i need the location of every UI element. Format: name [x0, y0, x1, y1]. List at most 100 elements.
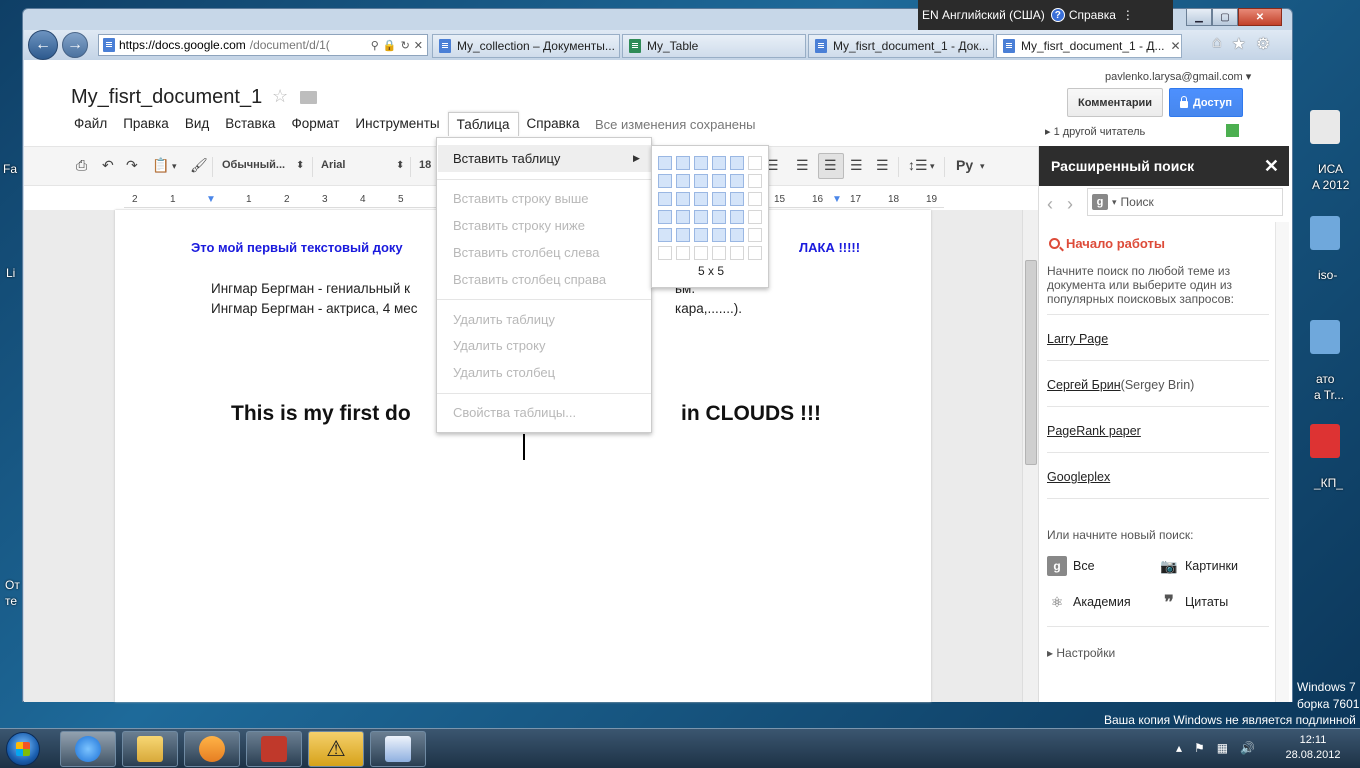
desktop-doc-icon[interactable]: [1310, 320, 1340, 354]
align-right-icon[interactable]: ☰: [850, 157, 863, 174]
menu-file[interactable]: Файл: [66, 112, 115, 136]
start-button[interactable]: [6, 732, 40, 766]
taskbar-internet-explorer[interactable]: [60, 731, 116, 767]
research-settings[interactable]: ▸ Настройки: [1047, 646, 1115, 660]
font-select[interactable]: Arial: [321, 159, 345, 171]
table-grid-cell[interactable]: [748, 228, 762, 242]
table-grid-cell[interactable]: [676, 210, 690, 224]
menu-item-insert-table[interactable]: Вставить таблицу: [453, 151, 560, 166]
language-bar-options-icon[interactable]: ⋮: [1122, 8, 1134, 22]
table-grid-cell[interactable]: [658, 156, 672, 170]
gear-icon[interactable]: ⚙: [1256, 34, 1270, 54]
folder-icon[interactable]: [300, 91, 317, 104]
minimize-button[interactable]: ▁: [1186, 8, 1212, 26]
chevron-down-icon[interactable]: ▾: [1112, 197, 1117, 208]
line-spacing-icon[interactable]: ↕☰: [908, 157, 928, 174]
category-scholar[interactable]: ⚛ Академия: [1047, 592, 1131, 612]
table-grid-cell[interactable]: [658, 246, 672, 260]
research-panel-scrollbar[interactable]: [1275, 222, 1289, 702]
indent-marker-icon[interactable]: ▼: [206, 194, 216, 205]
action-center-flag-icon[interactable]: ⚑: [1194, 741, 1205, 755]
menu-format[interactable]: Формат: [283, 112, 347, 136]
research-link-pagerank[interactable]: PageRank paper: [1047, 424, 1141, 438]
table-grid-cell[interactable]: [730, 174, 744, 188]
volume-icon[interactable]: 🔊: [1240, 741, 1255, 755]
lock-icon[interactable]: 🔒: [383, 39, 397, 52]
table-grid-cell[interactable]: [730, 210, 744, 224]
research-link-sergey-brin[interactable]: Сергей Брин (Sergey Brin): [1047, 378, 1194, 392]
chevron-down-icon[interactable]: ▾: [980, 161, 985, 172]
chevron-down-icon[interactable]: ▾: [172, 161, 177, 172]
table-grid-cell[interactable]: [658, 210, 672, 224]
table-grid-cell[interactable]: [748, 246, 762, 260]
desktop-doc-icon[interactable]: [1310, 216, 1340, 250]
research-link-googleplex[interactable]: Googleplex: [1047, 470, 1110, 484]
language-bar[interactable]: EN Английский (США) ? Справка ⋮: [918, 0, 1173, 30]
scrollbar-thumb[interactable]: [1025, 260, 1037, 465]
address-bar[interactable]: https://docs.google.com/document/d/1( ⚲ …: [98, 34, 428, 56]
favorites-star-icon[interactable]: ★: [1232, 34, 1246, 54]
style-select[interactable]: Обычный...: [222, 159, 285, 171]
paste-icon[interactable]: 📋: [152, 157, 169, 174]
align-left-icon[interactable]: ☰: [796, 157, 809, 174]
taskbar-acrobat[interactable]: [246, 731, 302, 767]
desktop-pdf-icon[interactable]: [1310, 424, 1340, 458]
maximize-button[interactable]: ▢: [1212, 8, 1238, 26]
stop-icon[interactable]: ✕: [414, 39, 423, 52]
language-indicator[interactable]: EN Английский (США): [922, 8, 1045, 22]
table-grid-cell[interactable]: [658, 192, 672, 206]
table-grid-cell[interactable]: [694, 228, 708, 242]
table-grid-cell[interactable]: [730, 228, 744, 242]
desktop-file-icon[interactable]: [1310, 110, 1340, 144]
close-window-button[interactable]: ✕: [1238, 8, 1282, 26]
chevron-left-icon[interactable]: ‹: [1047, 194, 1053, 215]
table-grid-cell[interactable]: [712, 174, 726, 188]
table-grid-cell[interactable]: [748, 192, 762, 206]
table-grid-cell[interactable]: [694, 246, 708, 260]
category-quotes[interactable]: ❞ Цитаты: [1159, 592, 1228, 612]
table-grid-cell[interactable]: [694, 210, 708, 224]
paragraph-line-1-left[interactable]: Ингмар Бергман - гениальный к: [211, 281, 410, 296]
tab-my-table[interactable]: My_Table: [622, 34, 806, 58]
tab-my-collection[interactable]: My_collection – Документы...: [432, 34, 620, 58]
close-tab-icon[interactable]: ✕: [1171, 39, 1181, 53]
taskbar-clock[interactable]: 12:11 28.08.2012: [1278, 733, 1348, 763]
star-icon[interactable]: ☆: [272, 86, 288, 107]
heading-english-left[interactable]: This is my first do: [231, 402, 411, 426]
redo-icon[interactable]: ↷: [126, 157, 138, 174]
back-button[interactable]: ←: [28, 30, 58, 60]
select-arrows-icon[interactable]: ⬍: [296, 160, 304, 171]
table-grid-cell[interactable]: [694, 192, 708, 206]
paint-format-icon[interactable]: 🖌: [190, 157, 208, 174]
heading-russian-right[interactable]: ЛАКА !!!!!: [799, 240, 860, 255]
table-grid-cell[interactable]: [730, 246, 744, 260]
show-hidden-icons-icon[interactable]: ▴: [1176, 741, 1182, 755]
align-justify-icon[interactable]: ☰: [876, 157, 889, 174]
paragraph-line-2-right[interactable]: кара,.......).: [675, 301, 742, 316]
chevron-right-icon[interactable]: ›: [1067, 194, 1073, 215]
table-grid-cell[interactable]: [712, 192, 726, 206]
table-grid-cell[interactable]: [676, 228, 690, 242]
account-email[interactable]: pavlenko.larysa@gmail.com ▾: [1105, 70, 1251, 83]
forward-button[interactable]: →: [62, 32, 88, 58]
menu-view[interactable]: Вид: [177, 112, 217, 136]
table-grid-cell[interactable]: [676, 192, 690, 206]
table-grid-cell[interactable]: [658, 174, 672, 188]
align-center-icon[interactable]: ☰: [824, 157, 837, 174]
table-grid-cell[interactable]: [748, 174, 762, 188]
search-icon[interactable]: ⚲: [371, 39, 379, 52]
table-grid-cell[interactable]: [694, 156, 708, 170]
viewers-indicator[interactable]: ▸ 1 другой читатель: [1045, 125, 1145, 138]
document-title[interactable]: My_fisrt_document_1: [71, 86, 262, 109]
table-grid-cell[interactable]: [658, 228, 672, 242]
chevron-down-icon[interactable]: ▾: [930, 161, 935, 172]
menu-insert[interactable]: Вставка: [217, 112, 283, 136]
paragraph-line-2-left[interactable]: Ингмар Бергман - актриса, 4 мес: [211, 301, 418, 316]
taskbar-explorer[interactable]: [122, 731, 178, 767]
table-grid-cell[interactable]: [676, 246, 690, 260]
tab-document-1-active[interactable]: My_fisrt_document_1 - Д... ✕: [996, 34, 1182, 58]
table-grid-cell[interactable]: [712, 156, 726, 170]
tab-document-1[interactable]: My_fisrt_document_1 - Док...: [808, 34, 994, 58]
menu-help[interactable]: Справка: [519, 112, 588, 136]
research-search-input[interactable]: g ▾ Поиск: [1087, 188, 1283, 216]
